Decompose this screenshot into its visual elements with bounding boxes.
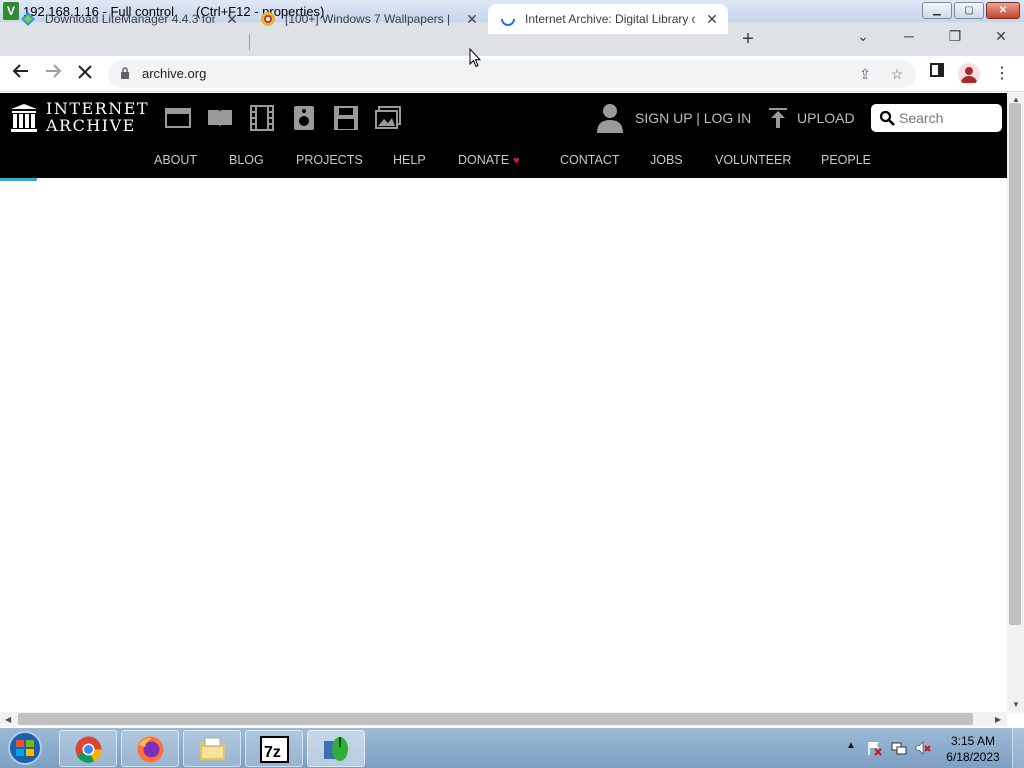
ia-header: INTERNET ARCHIVE SIGN UP | LOG IN UPLOAD… xyxy=(0,93,1007,178)
ia-search-input[interactable] xyxy=(899,108,995,128)
tab-label: Internet Archive: Digital Library o xyxy=(525,12,695,26)
nav-about[interactable]: ABOUT xyxy=(154,153,197,167)
search-icon[interactable] xyxy=(879,110,895,126)
tab-label: [100+] Windows 7 Wallpapers | xyxy=(285,12,451,26)
new-tab-button[interactable]: + xyxy=(736,28,760,50)
show-hidden-icons-button[interactable]: ▲ xyxy=(846,740,856,751)
images-icon[interactable] xyxy=(375,105,401,131)
profile-avatar-icon[interactable] xyxy=(958,63,980,85)
mouse-cursor-icon xyxy=(469,48,481,68)
ia-logo-line1: INTERNET xyxy=(46,99,150,118)
firefox-icon xyxy=(137,736,164,763)
taskbar-firefox[interactable] xyxy=(121,730,179,767)
browser-close-button[interactable]: ✕ xyxy=(981,22,1021,52)
start-button-icon[interactable] xyxy=(5,730,45,766)
heart-icon: ♥ xyxy=(513,155,520,167)
page-loading-bar xyxy=(0,178,37,181)
tab-label: Download LiteManager 4.4.3 for xyxy=(45,12,215,26)
nav-help[interactable]: HELP xyxy=(393,153,426,167)
file-explorer-icon xyxy=(200,737,225,760)
scroll-down-arrow-icon[interactable]: ▼ xyxy=(1012,700,1020,709)
nav-people[interactable]: PEOPLE xyxy=(821,153,871,167)
audio-speaker-icon[interactable] xyxy=(291,105,317,131)
texts-book-icon[interactable] xyxy=(207,105,233,131)
ia-logo-line2: ARCHIVE xyxy=(46,116,136,135)
ia-search-box[interactable] xyxy=(871,104,1002,132)
taskbar-7zip[interactable]: 7z xyxy=(245,730,303,767)
software-floppy-icon[interactable] xyxy=(333,105,359,131)
nav-donate-label: DONATE xyxy=(458,153,510,167)
tab-wallpapers[interactable]: [100+] Windows 7 Wallpapers | ✕ xyxy=(248,4,488,34)
forward-button[interactable] xyxy=(40,61,66,87)
show-desktop-button[interactable] xyxy=(1012,728,1024,768)
chrome-icon xyxy=(75,736,102,763)
remote-minimize-button[interactable]: ▁ xyxy=(922,2,952,19)
7zip-icon: 7z xyxy=(260,736,289,763)
video-film-icon[interactable] xyxy=(249,105,275,131)
user-icon[interactable] xyxy=(596,102,624,134)
nav-projects[interactable]: PROJECTS xyxy=(296,153,363,167)
litemanager-icon xyxy=(324,737,348,761)
taskbar-litemanager[interactable] xyxy=(307,730,365,767)
upload-link[interactable]: UPLOAD xyxy=(797,110,855,126)
network-icon[interactable] xyxy=(891,740,907,756)
clock-date: 6/18/2023 xyxy=(946,750,1000,764)
loading-spinner-icon xyxy=(501,18,515,26)
ia-logo-icon[interactable] xyxy=(10,103,38,133)
remote-close-button[interactable]: ✕ xyxy=(986,2,1020,19)
signup-login-link[interactable]: SIGN UP | LOG IN xyxy=(635,110,751,126)
vertical-scroll-thumb[interactable] xyxy=(1009,103,1021,625)
nav-blog[interactable]: BLOG xyxy=(229,153,264,167)
back-arrow-icon xyxy=(12,64,28,78)
horizontal-scroll-thumb[interactable] xyxy=(18,713,973,725)
tab-divider xyxy=(249,34,250,50)
tab-litemanager[interactable]: Download LiteManager 4.4.3 for ✕ xyxy=(8,4,248,34)
nav-contact[interactable]: CONTACT xyxy=(560,153,620,167)
address-url: archive.org xyxy=(142,66,207,81)
close-tab-icon[interactable]: ✕ xyxy=(704,11,720,27)
scroll-right-arrow-icon[interactable]: ▶ xyxy=(995,715,1001,724)
share-icon[interactable]: ⇪ xyxy=(856,65,874,83)
stop-loading-button[interactable] xyxy=(72,61,98,87)
remote-maximize-button[interactable]: ▢ xyxy=(954,2,984,19)
stop-icon xyxy=(78,65,92,79)
tab-search-button[interactable]: ⌄ xyxy=(843,22,883,52)
litemanager-icon xyxy=(21,12,35,26)
side-panel-icon xyxy=(930,63,944,77)
browser-restore-button[interactable]: ❐ xyxy=(935,22,975,52)
bookmark-star-icon[interactable]: ☆ xyxy=(888,65,906,83)
taskbar-chrome[interactable] xyxy=(59,730,117,767)
address-bar[interactable]: archive.org ⇪ ☆ xyxy=(108,60,916,88)
wallpaper-site-icon xyxy=(261,12,275,26)
web-archive-icon[interactable] xyxy=(165,105,191,131)
upload-icon[interactable] xyxy=(768,107,788,129)
clock-time: 3:15 AM xyxy=(950,734,996,748)
nav-donate[interactable]: DONATE ♥ xyxy=(458,153,520,167)
browser-minimize-button[interactable]: ─ xyxy=(889,22,929,52)
tab-internet-archive[interactable]: Internet Archive: Digital Library o ✕ xyxy=(488,4,728,34)
close-tab-icon[interactable]: ✕ xyxy=(224,11,240,27)
svg-text:7z: 7z xyxy=(264,744,281,761)
volume-muted-icon[interactable] xyxy=(915,740,931,756)
lock-icon xyxy=(121,67,129,79)
forward-arrow-icon xyxy=(46,64,62,78)
browser-menu-button[interactable]: ⋮ xyxy=(990,62,1014,86)
ia-logo-text[interactable]: INTERNET ARCHIVE xyxy=(46,100,149,134)
back-button[interactable] xyxy=(8,61,34,87)
action-center-flag-icon[interactable] xyxy=(866,740,882,756)
taskbar-explorer[interactable] xyxy=(183,730,241,767)
nav-volunteer[interactable]: VOLUNTEER xyxy=(715,153,791,167)
taskbar-clock[interactable]: 3:15 AM 6/18/2023 xyxy=(940,733,1006,765)
side-panel-button[interactable] xyxy=(925,62,949,86)
close-tab-icon[interactable]: ✕ xyxy=(464,11,480,27)
nav-jobs[interactable]: JOBS xyxy=(650,153,683,167)
scroll-left-arrow-icon[interactable]: ◀ xyxy=(5,715,11,724)
